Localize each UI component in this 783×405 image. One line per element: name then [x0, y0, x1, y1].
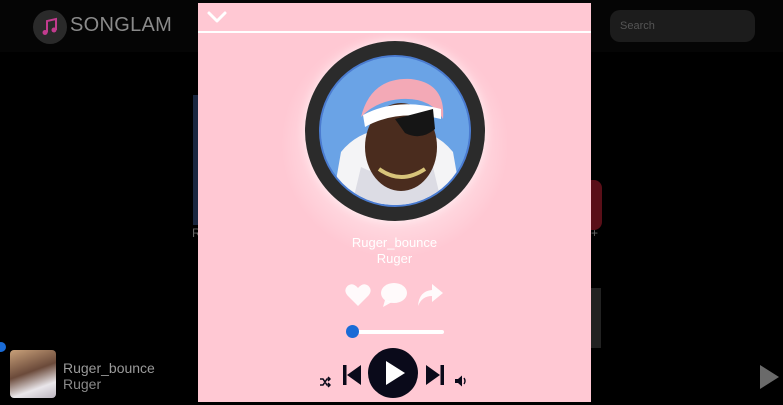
- seek-bar[interactable]: [344, 325, 446, 339]
- album-art: [319, 55, 471, 207]
- track-artist: Ruger: [376, 251, 413, 266]
- track-actions: [344, 281, 444, 309]
- play-button[interactable]: [368, 348, 418, 398]
- track-title: Ruger_bounce: [351, 235, 438, 250]
- album-disc: [305, 41, 485, 221]
- modal-header: [198, 3, 591, 31]
- player-modal: Ruger_bounce Ruger: [198, 3, 591, 402]
- shuffle-icon[interactable]: [319, 375, 332, 393]
- heart-icon[interactable]: [344, 281, 372, 309]
- background-panel: [591, 288, 601, 348]
- search-input[interactable]: [610, 10, 755, 42]
- background-card-caption: +: [591, 226, 599, 240]
- comment-icon[interactable]: [380, 281, 408, 309]
- now-playing-thumbnail[interactable]: [10, 350, 56, 398]
- seek-track[interactable]: [348, 330, 444, 334]
- mini-player-play-icon[interactable]: [758, 364, 780, 395]
- music-note-logo-icon[interactable]: [33, 10, 67, 44]
- now-playing-artist: Ruger: [63, 376, 102, 392]
- share-icon[interactable]: [416, 281, 444, 309]
- chevron-down-icon[interactable]: [206, 9, 228, 25]
- volume-icon[interactable]: [454, 374, 468, 393]
- now-playing-title: Ruger_bounce: [63, 360, 155, 376]
- play-icon: [384, 360, 406, 391]
- skip-previous-icon[interactable]: [342, 364, 362, 391]
- skip-next-icon[interactable]: [425, 364, 445, 391]
- seek-thumb[interactable]: [345, 325, 359, 338]
- app-name[interactable]: SONGLAM: [70, 14, 172, 37]
- mini-player-progress-thumb[interactable]: [0, 342, 6, 352]
- background-album-card: [590, 180, 602, 230]
- playback-controls: [198, 347, 591, 402]
